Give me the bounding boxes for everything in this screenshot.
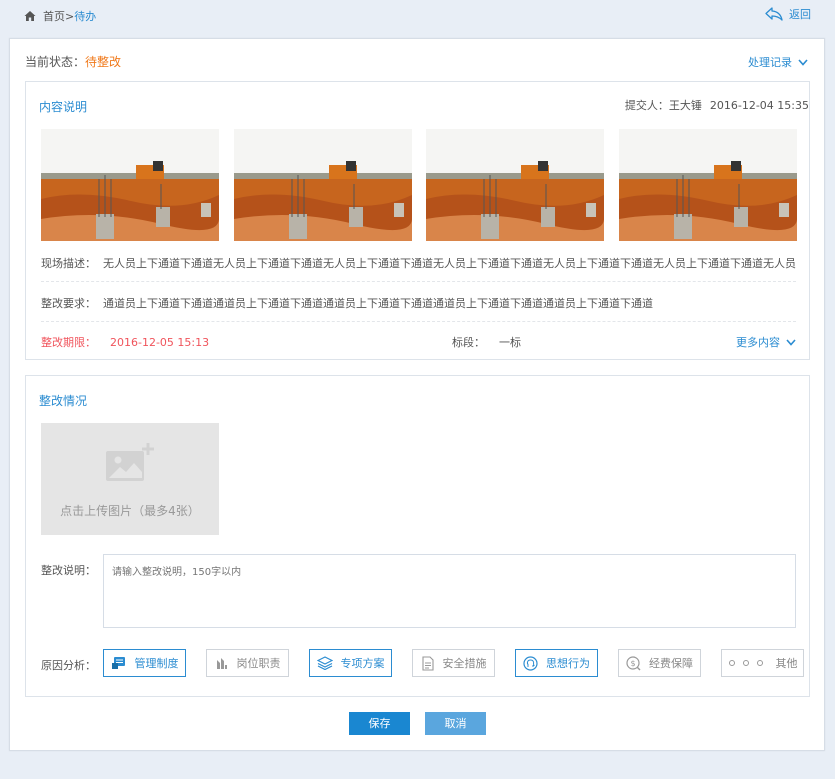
section-value: 一标 [499, 336, 521, 349]
history-label: 处理记录 [748, 56, 792, 69]
main-card: 当前状态：待整改 处理记录 内容说明 提交人：王大锤 2016-12-04 15:… [9, 38, 825, 751]
reason-options: 管理制度 岗位职责 专项方案 安全措施 思想行为 $ 经费保障 其他 [103, 649, 804, 677]
cancel-button[interactable]: 取消 [425, 712, 486, 735]
layers-icon [316, 656, 333, 670]
current-status: 当前状态：待整改 [25, 53, 121, 70]
svg-text:$: $ [630, 659, 635, 668]
upload-hint: 点击上传图片（最多4张） [60, 504, 200, 518]
reason-label-position: 岗位职责 [236, 657, 281, 670]
site-photo[interactable] [426, 129, 604, 241]
breadcrumb: 首页 > 待办 [24, 8, 96, 24]
breadcrumb-home[interactable]: 首页 [43, 8, 65, 24]
deadline-value: 2016-12-05 15:13 [110, 336, 210, 349]
status-value: 待整改 [85, 55, 122, 69]
submit-time: 2016-12-04 15:35 [709, 99, 809, 112]
divider [41, 281, 796, 282]
reason-position[interactable]: 岗位职责 [206, 649, 289, 677]
reason-label-management: 管理制度 [134, 657, 179, 670]
chevron-down-icon [786, 338, 796, 346]
more-label: 更多内容 [736, 336, 780, 349]
history-toggle[interactable]: 处理记录 [748, 54, 808, 70]
head-icon [523, 655, 538, 671]
reason-label-special-plan: 专项方案 [340, 657, 385, 670]
scene-text: 无人员上下通道下通道无人员上下通道下通道无人员上下通道下通道无人员上下通道下通道… [103, 257, 796, 270]
site-photo[interactable] [41, 129, 219, 241]
section: 标段： 一标 [452, 334, 521, 350]
management-icon [111, 657, 125, 669]
content-title: 内容说明 [39, 100, 88, 114]
reason-other[interactable]: 其他 [721, 649, 804, 677]
more-dots-icon [728, 660, 763, 666]
top-bar: 首页 > 待办 返回 [0, 0, 835, 32]
divider [41, 321, 796, 322]
back-button[interactable]: 返回 [765, 6, 811, 22]
section-label: 标段： [452, 336, 485, 349]
content-panel: 内容说明 提交人：王大锤 2016-12-04 15:35 现场描述： 无人员上… [25, 81, 810, 360]
reason-funding[interactable]: $ 经费保障 [618, 649, 701, 677]
position-icon [216, 658, 227, 669]
deadline: 整改期限： 2016-12-05 15:13 [41, 336, 209, 349]
status-label: 当前状态： [25, 55, 86, 69]
breadcrumb-separator: > [65, 9, 75, 23]
deadline-label: 整改期限： [41, 336, 96, 349]
rectify-requirement: 整改要求： 通道员上下通道下通道通道员上下通道下通道通道员上下通道下通道通道员上下… [41, 295, 796, 311]
money-icon: $ [626, 655, 641, 670]
reason-special-plan[interactable]: 专项方案 [309, 649, 392, 677]
form-actions: 保存 取消 [349, 712, 501, 735]
breadcrumb-current: 待办 [74, 10, 97, 23]
photo-gallery [41, 129, 797, 241]
rectify-description-input[interactable] [103, 554, 796, 628]
requirement-label: 整改要求： [41, 297, 96, 310]
back-arrow-icon [765, 7, 783, 21]
meta-row: 整改期限： 2016-12-05 15:13 标段： 一标 更多内容 [41, 334, 796, 350]
site-photo[interactable] [618, 129, 797, 241]
scene-description: 现场描述： 无人员上下通道下通道无人员上下通道下通道无人员上下通道下通道无人员上下… [41, 255, 796, 271]
more-content-toggle[interactable]: 更多内容 [736, 334, 796, 350]
rectify-title: 整改情况 [39, 394, 88, 408]
image-upload-area[interactable]: 点击上传图片（最多4张） [41, 423, 219, 535]
reason-mindset[interactable]: 思想行为 [515, 649, 598, 677]
submitter-info: 提交人：王大锤 2016-12-04 15:35 [617, 97, 809, 113]
reason-label: 原因分析： [41, 659, 96, 672]
scene-label: 现场描述： [41, 257, 96, 270]
reason-label-mindset: 思想行为 [546, 657, 590, 670]
requirement-text: 通道员上下通道下通道通道员上下通道下通道通道员上下通道下通道通道员上下通道下通道… [103, 297, 653, 310]
back-label: 返回 [789, 8, 811, 21]
save-button[interactable]: 保存 [349, 712, 410, 735]
chevron-down-icon [798, 58, 808, 66]
submitter-name: 王大锤 [668, 99, 702, 112]
reason-management[interactable]: 管理制度 [103, 649, 186, 677]
document-icon [421, 655, 434, 671]
reason-label-funding: 经费保障 [649, 657, 693, 670]
add-image-icon [106, 443, 154, 481]
reason-safety[interactable]: 安全措施 [412, 649, 495, 677]
desc-label: 整改说明： [41, 564, 96, 577]
rectify-panel: 整改情况 点击上传图片（最多4张） 整改说明： 原因分析： 管理制度 岗位职责 [25, 375, 810, 697]
home-icon[interactable] [24, 10, 36, 22]
reason-label-safety: 安全措施 [442, 657, 487, 670]
site-photo[interactable] [233, 129, 412, 241]
submitter-label: 提交人： [624, 99, 669, 112]
reason-label-other: 其他 [775, 657, 798, 670]
